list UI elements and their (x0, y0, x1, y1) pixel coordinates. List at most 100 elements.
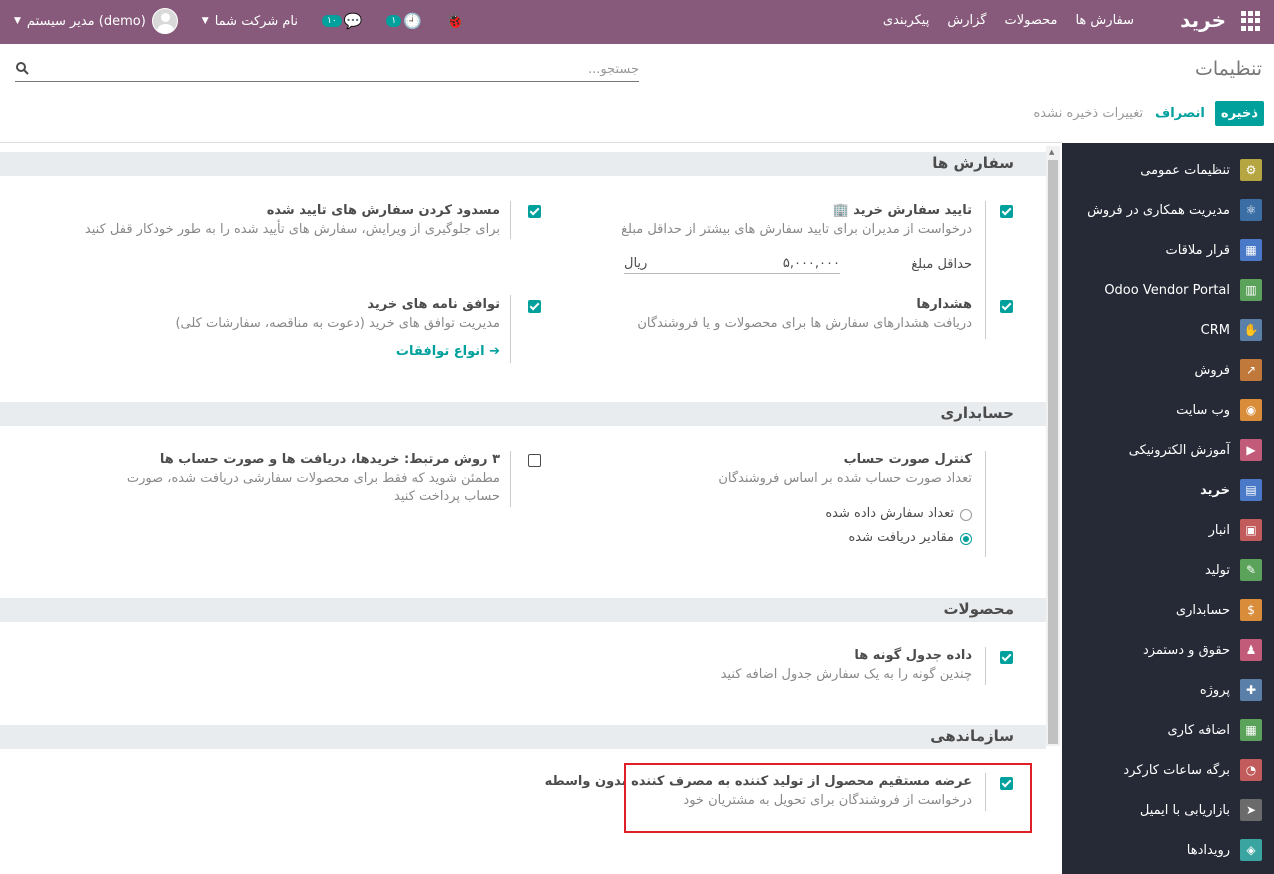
company-name: نام شرکت شما (214, 13, 298, 29)
section-title: محصولات (943, 600, 1014, 618)
sidebar-item-label: تنظیمات عمومی (1140, 162, 1230, 178)
overtime-icon: ▦ (1240, 719, 1262, 741)
sidebar-item[interactable]: ♟ حقوق و دستمزد (1062, 630, 1274, 670)
sidebar-item[interactable]: ✋ CRM (1062, 310, 1274, 350)
min-amount-field[interactable]: ۵,۰۰۰,۰۰۰ ریال (624, 256, 840, 274)
agreement-types-link[interactable]: ➔ انواع توافقات (396, 344, 500, 359)
activity-menu[interactable]: ۱ 🕘 (386, 12, 422, 30)
box-icon: ▣ (1240, 519, 1262, 541)
sidebar-item[interactable]: ➤ بازاریابی با ایمیل (1062, 790, 1274, 830)
calendar-icon: ▦ (1240, 239, 1262, 261)
stopwatch-icon: ◔ (1240, 759, 1262, 781)
lock-orders-checkbox[interactable] (528, 205, 541, 218)
lock-orders-title: مسدود کردن سفارش های تایید شده (266, 203, 500, 218)
purchase-icon: ▤ (1240, 479, 1262, 501)
menu-reporting[interactable]: گزارش (947, 13, 986, 28)
debug-menu[interactable]: 🐞 (446, 12, 465, 30)
chevron-down-icon: ▼ (201, 16, 209, 26)
sidebar-item[interactable]: ✎ تولید (1062, 550, 1274, 590)
variant-grid-checkbox[interactable] (1000, 651, 1013, 664)
menu-configuration[interactable]: پیکربندی (883, 13, 929, 28)
avatar (151, 8, 178, 34)
scrollbar[interactable]: ▲ (1046, 146, 1060, 746)
po-approval-title: تایید سفارش خرید 🏢 (832, 203, 972, 218)
sidebar-item[interactable]: $ حسابداری (1062, 590, 1274, 630)
section-title: سفارش ها (932, 154, 1014, 172)
unsaved-changes-label: تغییرات ذخیره نشده (1033, 106, 1144, 121)
sidebar-item-label: انبار (1208, 522, 1230, 538)
clock-icon: 🕘 (403, 12, 422, 30)
arrow-right-icon: ➔ (489, 344, 500, 359)
sidebar-item-label: مدیریت همکاری در فروش (1087, 202, 1230, 218)
scroll-up-icon[interactable]: ▲ (1049, 148, 1054, 156)
top-navbar: خرید سفارش ها محصولات گزارش پیکربندی ▼ م… (0, 0, 1274, 44)
three-way-matching-checkbox[interactable] (528, 454, 541, 467)
search-icon[interactable] (15, 61, 29, 75)
link-label: انواع توافقات (395, 344, 485, 359)
section-header-products: محصولات (0, 598, 1046, 622)
sidebar-item[interactable]: ⚙ تنظیمات عمومی (1062, 150, 1274, 190)
warnings-description: دریافت هشدارهای سفارش ها برای محصولات و … (637, 316, 972, 331)
menu-products[interactable]: محصولات (1004, 13, 1057, 28)
sidebar-item[interactable]: ▦ قرار ملاقات (1062, 230, 1274, 270)
main-menu: سفارش ها محصولات گزارش پیکربندی (883, 13, 1134, 28)
min-amount-label: حداقل مبلغ (911, 257, 972, 272)
sidebar-item[interactable]: ▶ آموزش الکترونیکی (1062, 430, 1274, 470)
section-header-orders: سفارش ها (0, 152, 1046, 176)
sidebar-item[interactable]: ▤ خرید (1062, 470, 1274, 510)
sidebar-item-label: قرار ملاقات (1165, 242, 1230, 258)
sidebar-item[interactable]: ◉ وب سایت (1062, 390, 1274, 430)
sidebar-item[interactable]: ◈ رویدادها (1062, 830, 1274, 870)
search-input[interactable] (49, 58, 639, 80)
sidebar-item-label: تولید (1204, 562, 1230, 578)
bill-ordered-radio[interactable] (960, 509, 972, 521)
grid-icon: ▥ (1240, 279, 1262, 301)
puzzle-icon: ✚ (1240, 679, 1262, 701)
sidebar-item-label: CRM (1200, 322, 1230, 338)
section-title: حسابداری (940, 404, 1014, 422)
invoice-icon: $ (1240, 599, 1262, 621)
highlight-box (624, 763, 1032, 833)
sidebar-item[interactable]: ▥ Odoo Vendor Portal (1062, 270, 1274, 310)
po-approval-checkbox[interactable] (1000, 205, 1013, 218)
variant-grid-title: داده جدول گونه ها (854, 648, 972, 663)
sidebar-item-label: برگه ساعات کارکرد (1123, 762, 1230, 778)
sidebar-item[interactable]: ↗ فروش (1062, 350, 1274, 390)
section-title: سازماندهی (930, 727, 1014, 745)
sidebar-item-label: حسابداری (1175, 602, 1230, 618)
menu-orders[interactable]: سفارش ها (1075, 13, 1134, 28)
divider (985, 451, 986, 557)
user-menu[interactable]: ▼ مدیر سیستم (demo) (14, 8, 178, 34)
agreements-checkbox[interactable] (528, 300, 541, 313)
sidebar-item-label: اضافه کاری (1167, 722, 1230, 738)
sidebar-item[interactable]: ▦ اضافه کاری (1062, 710, 1274, 750)
warnings-checkbox[interactable] (1000, 300, 1013, 313)
discard-button[interactable]: انصراف (1145, 101, 1215, 126)
save-button[interactable]: ذخیره (1214, 101, 1264, 126)
handshake-icon: ✋ (1240, 319, 1262, 341)
three-way-matching-description: مطمئن شوید که فقط برای محصولات سفارشی در… (126, 471, 500, 504)
activity-badge: ۱ (386, 15, 402, 27)
sidebar-item-label: پروژه (1199, 682, 1230, 698)
apps-menu-icon[interactable] (1240, 11, 1260, 31)
scrollbar-thumb[interactable] (1048, 160, 1058, 744)
bill-received-radio[interactable] (960, 533, 972, 545)
sidebar-item[interactable]: ⚛ مدیریت همکاری در فروش (1062, 190, 1274, 230)
globe-icon: ◉ (1240, 399, 1262, 421)
sidebar-item-label: آموزش الکترونیکی (1128, 442, 1230, 458)
paper-plane-icon: ➤ (1240, 799, 1262, 821)
messages-menu[interactable]: ۱۰ 💬 (321, 12, 362, 30)
divider (510, 451, 511, 507)
sidebar-item[interactable]: ◔ برگه ساعات کارکرد (1062, 750, 1274, 790)
sidebar-item[interactable]: ▣ انبار (1062, 510, 1274, 550)
bill-received-label[interactable]: مقادیر دریافت شده (849, 530, 955, 545)
app-brand[interactable]: خرید (1180, 8, 1226, 32)
settings-app-sidebar: ⚙ تنظیمات عمومی ⚛ مدیریت همکاری در فروش ▦ قرا… (1062, 143, 1274, 874)
agreements-description: مدیریت توافق های خرید (دعوت به مناقصه، س… (175, 316, 500, 331)
company-switcher[interactable]: ▼ نام شرکت شما (202, 14, 298, 29)
sidebar-item-label: بازاریابی با ایمیل (1139, 802, 1230, 818)
bug-icon: 🐞 (445, 12, 465, 30)
bill-ordered-label[interactable]: تعداد سفارش داده شده (825, 506, 954, 521)
sidebar-item[interactable]: ✚ پروژه (1062, 670, 1274, 710)
sidebar-item-label: رویدادها (1186, 842, 1230, 858)
